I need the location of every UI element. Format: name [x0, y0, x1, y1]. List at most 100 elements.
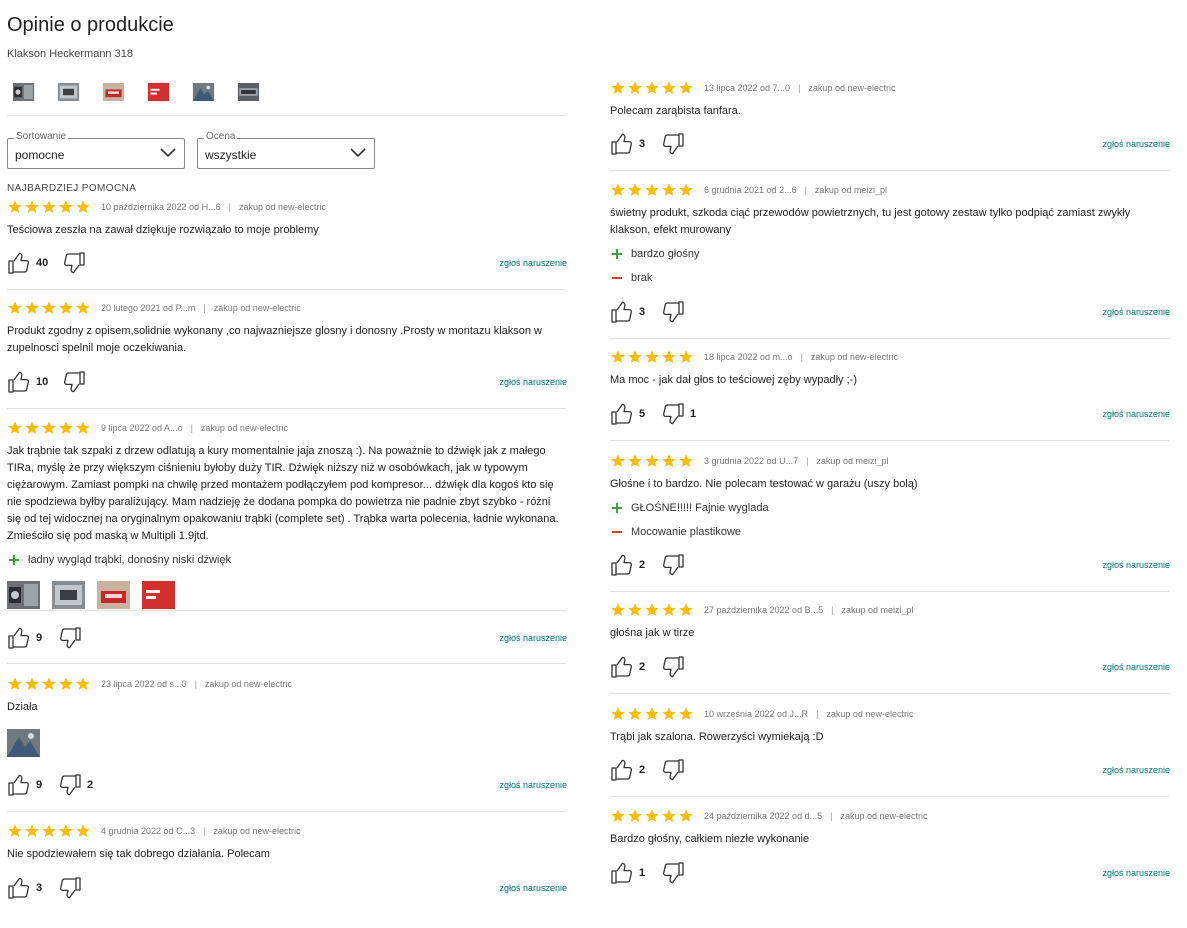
- review-date: 9 lipca 2022 od A...o: [101, 423, 183, 433]
- star-icon: [627, 349, 643, 365]
- star-icon: [678, 706, 694, 722]
- review-photo[interactable]: [97, 581, 130, 609]
- report-link[interactable]: zgłoś naruszenie: [499, 377, 567, 387]
- review-source: zakup od new-electric: [810, 352, 898, 362]
- star-icon: [610, 182, 626, 198]
- unhelpful-button[interactable]: [58, 877, 95, 899]
- thumb-down-icon: [661, 862, 685, 884]
- helpful-button[interactable]: 40: [7, 252, 48, 274]
- rating-stars: [610, 706, 694, 722]
- thumb-down-icon: [58, 774, 82, 796]
- pros-cons: ładny wygląd trąbki, donośny niski dźwię…: [7, 551, 566, 568]
- review-votes: 3 zgłoś naruszenie: [610, 300, 1170, 324]
- review-votes: 40 zgłoś naruszenie: [7, 251, 567, 275]
- review-text: Jak trąbnie tak szpaki z drzew odlatują …: [7, 445, 559, 542]
- star-icon: [41, 823, 57, 839]
- unhelpful-button[interactable]: [661, 554, 698, 576]
- unhelpful-button[interactable]: [661, 759, 698, 781]
- star-icon: [661, 706, 677, 722]
- helpful-button[interactable]: 3: [7, 877, 44, 899]
- unhelpful-button[interactable]: 2: [58, 774, 95, 796]
- unhelpful-button[interactable]: [661, 656, 698, 678]
- star-icon: [644, 80, 660, 96]
- unhelpful-button[interactable]: [661, 862, 698, 884]
- report-link[interactable]: zgłoś naruszenie: [1102, 560, 1170, 570]
- review-source: zakup od new-electric: [238, 202, 326, 212]
- helpful-button[interactable]: 3: [610, 301, 647, 323]
- gallery-thumbnail[interactable]: [97, 83, 130, 101]
- review-source: zakup od meizi_pl: [841, 605, 914, 615]
- helpful-count: 5: [639, 408, 646, 420]
- helpful-button[interactable]: 2: [610, 554, 647, 576]
- report-link[interactable]: zgłoś naruszenie: [499, 883, 567, 893]
- review-card: 18 lipca 2022 od m...o | zakup od new-elec…: [610, 349, 1169, 389]
- helpful-button[interactable]: 2: [610, 759, 647, 781]
- meta-separator: |: [798, 83, 801, 93]
- unhelpful-button[interactable]: [58, 627, 95, 649]
- report-link[interactable]: zgłoś naruszenie: [499, 633, 567, 643]
- report-link[interactable]: zgłoś naruszenie: [1102, 662, 1170, 672]
- review-photo[interactable]: [7, 581, 40, 609]
- report-link[interactable]: zgłoś naruszenie: [499, 780, 567, 790]
- report-link[interactable]: zgłoś naruszenie: [1102, 307, 1170, 317]
- review-photo[interactable]: [142, 581, 175, 609]
- helpful-button[interactable]: 5: [610, 403, 647, 425]
- helpful-button[interactable]: 1: [610, 862, 647, 884]
- meta-separator: |: [804, 185, 807, 195]
- thumb-up-icon: [610, 403, 634, 425]
- review-source: zakup od new-electric: [826, 709, 914, 719]
- report-link[interactable]: zgłoś naruszenie: [1102, 868, 1170, 878]
- star-icon: [627, 602, 643, 618]
- report-link[interactable]: zgłoś naruszenie: [1102, 409, 1170, 419]
- unhelpful-button[interactable]: [62, 252, 99, 274]
- report-link[interactable]: zgłoś naruszenie: [1102, 139, 1170, 149]
- review-card: 23 lipca 2022 od s...0 | zakup od new-elec…: [7, 676, 566, 716]
- helpful-button[interactable]: 9: [7, 774, 44, 796]
- sort-select[interactable]: Sortowanie pomocne: [7, 131, 185, 169]
- star-icon: [24, 300, 40, 316]
- rating-stars: [610, 602, 694, 618]
- gallery-thumbnail[interactable]: [232, 83, 265, 101]
- review-votes: 3 zgłoś naruszenie: [7, 876, 567, 900]
- report-link[interactable]: zgłoś naruszenie: [499, 258, 567, 268]
- star-icon: [7, 199, 23, 215]
- sort-value: pomocne: [15, 148, 65, 162]
- star-icon: [58, 300, 74, 316]
- review-card: 6 grudnia 2021 od 2...6 | zakup od meizi_p…: [610, 182, 1169, 293]
- rating-label: Ocena: [204, 131, 238, 143]
- page-title: Opinie o produkcie: [7, 14, 174, 36]
- meta-separator: |: [831, 605, 834, 615]
- helpful-button[interactable]: 9: [7, 627, 44, 649]
- pros-cons: bardzo głośny brak: [610, 245, 1169, 286]
- gallery-thumbnail[interactable]: [52, 83, 85, 101]
- review-votes: 2 zgłoś naruszenie: [610, 553, 1170, 577]
- review-photo[interactable]: [52, 581, 85, 609]
- review-votes: 9 zgłoś naruszenie: [7, 626, 567, 650]
- thumb-down-icon: [58, 627, 82, 649]
- report-link[interactable]: zgłoś naruszenie: [1102, 765, 1170, 775]
- thumb-down-icon: [661, 403, 685, 425]
- star-icon: [644, 349, 660, 365]
- review-text: Bardzo głośny, całkiem niezłe wykonanie: [610, 833, 810, 845]
- unhelpful-button[interactable]: [661, 133, 698, 155]
- helpful-button[interactable]: 10: [7, 371, 48, 393]
- helpful-button[interactable]: 3: [610, 133, 647, 155]
- thumb-up-icon: [610, 301, 634, 323]
- gallery-thumbnail[interactable]: [142, 83, 175, 101]
- star-icon: [610, 706, 626, 722]
- unhelpful-button[interactable]: [62, 371, 99, 393]
- helpful-button[interactable]: 2: [610, 656, 647, 678]
- gallery-thumbnail[interactable]: [187, 83, 220, 101]
- unhelpful-button[interactable]: 1: [661, 403, 698, 425]
- review-photo[interactable]: [7, 729, 40, 757]
- unhelpful-button[interactable]: [661, 301, 698, 323]
- helpful-count: 1: [639, 867, 646, 879]
- divider: [610, 170, 1169, 171]
- gallery-thumbnail[interactable]: [7, 83, 40, 101]
- review-date: 6 grudnia 2021 od 2...6: [704, 185, 797, 195]
- thumb-up-icon: [7, 627, 31, 649]
- pro-item: GŁOŚNE!!!!! Fajnie wyglada: [610, 499, 1169, 516]
- review-meta: 6 grudnia 2021 od 2...6 | zakup od meizi_p…: [610, 182, 1169, 198]
- star-icon: [627, 808, 643, 824]
- rating-select[interactable]: Ocena wszystkie: [197, 131, 375, 169]
